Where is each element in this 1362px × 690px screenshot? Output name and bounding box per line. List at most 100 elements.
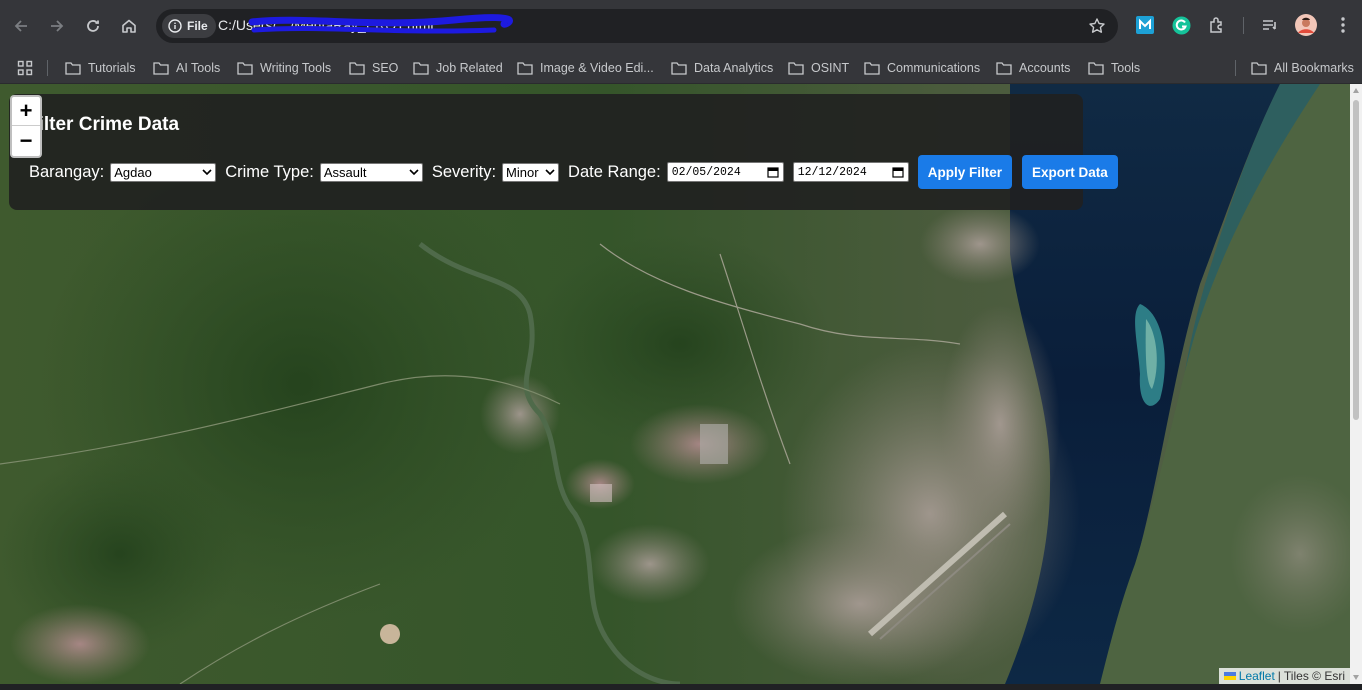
folder-icon: [413, 62, 429, 75]
bookmark-label: Data Analytics: [694, 61, 774, 75]
bookmark-label: AI Tools: [176, 61, 221, 75]
bookmark-folder-osint[interactable]: OSINT: [788, 52, 849, 84]
severity-select[interactable]: Minor: [502, 162, 560, 182]
folder-icon: [996, 62, 1012, 75]
bookmark-folder-data-analytics[interactable]: Data Analytics: [671, 52, 773, 84]
bookmark-folder-seo[interactable]: SEO: [349, 52, 398, 84]
all-bookmarks-folder[interactable]: All Bookmarks: [1251, 52, 1354, 84]
bookmark-folder-communications[interactable]: Communications: [864, 52, 980, 84]
toolbar-divider: [1243, 17, 1244, 34]
folder-icon: [788, 62, 804, 75]
more-menu-icon[interactable]: [1332, 14, 1354, 36]
folder-icon: [517, 62, 533, 75]
bookmark-folder-accounts[interactable]: Accounts: [996, 52, 1070, 84]
reload-icon: [87, 20, 99, 32]
folder-icon: [1088, 62, 1104, 75]
bookmark-label: Job Related: [436, 61, 503, 75]
date-to-input[interactable]: 12/12/2024: [792, 162, 909, 182]
apply-filter-button[interactable]: Apply Filter: [917, 155, 1012, 189]
reload-button[interactable]: [77, 10, 109, 42]
scroll-down-icon[interactable]: [1353, 675, 1359, 680]
zoom-control: + −: [10, 95, 42, 158]
bookmark-label: Tools: [1111, 61, 1141, 75]
site-chip-label: File: [187, 19, 208, 33]
filter-panel: Filter Crime Data Barangay: Agdao Crime …: [9, 94, 1118, 210]
extensions-puzzle-icon[interactable]: [1206, 14, 1228, 36]
arrow-left-icon: [14, 20, 27, 32]
scroll-up-icon[interactable]: [1353, 88, 1359, 93]
zoom-out-button[interactable]: −: [12, 126, 40, 155]
date-range-label: Date Range:: [568, 162, 661, 181]
bookmark-folder-ai-tools[interactable]: AI Tools: [153, 52, 220, 84]
folder-icon: [65, 62, 81, 75]
bookmark-folder-image-video[interactable]: Image & Video Edi...: [517, 52, 654, 84]
reading-list-icon[interactable]: [1259, 14, 1281, 36]
bookmarks-bar: Tutorials AI Tools Writing Tools SEO Job…: [0, 52, 1362, 84]
bookmarks-divider: [1235, 60, 1236, 76]
arrow-right-icon: [51, 20, 64, 32]
back-button[interactable]: [5, 10, 37, 42]
bookmark-label: Accounts: [1019, 61, 1071, 75]
bookmark-folder-job-related[interactable]: Job Related: [413, 52, 503, 84]
date-from-value: 02/05/2024: [671, 165, 741, 179]
site-info-chip[interactable]: File: [162, 14, 216, 38]
chevron-down-icon: [202, 168, 212, 175]
crime-type-value: Assault: [323, 164, 367, 180]
severity-value: Minor: [506, 164, 539, 180]
folder-icon: [1251, 62, 1267, 75]
crime-type-label: Crime Type:: [225, 162, 314, 181]
bookmark-folder-tools[interactable]: Tools: [1088, 52, 1140, 84]
m-extension-icon[interactable]: [1134, 14, 1156, 36]
bookmark-label: Communications: [887, 61, 981, 75]
bookmark-label: Tutorials: [88, 61, 136, 75]
address-bar[interactable]: File C:/Users/…/MentaRay_PROT.html: [156, 9, 1118, 43]
info-icon: [168, 19, 182, 33]
tiles-credit: Tiles © Esri: [1283, 669, 1345, 683]
bookmark-label: SEO: [372, 61, 399, 75]
attribution-separator: |: [1277, 669, 1281, 683]
date-from-input[interactable]: 02/05/2024: [666, 162, 784, 182]
crime-type-select[interactable]: Assault: [319, 162, 423, 182]
forward-button[interactable]: [41, 10, 73, 42]
page-scrollbar[interactable]: [1350, 84, 1362, 684]
barangay-label: Barangay:: [29, 162, 105, 181]
leaflet-link[interactable]: Leaflet: [1239, 669, 1275, 683]
export-data-button[interactable]: Export Data: [1021, 155, 1118, 189]
calendar-icon[interactable]: [892, 166, 904, 178]
filter-controls: Barangay: Agdao Crime Type: Assault Seve…: [29, 155, 1124, 189]
folder-icon: [237, 62, 253, 75]
severity-label: Severity:: [431, 162, 497, 181]
barangay-value: Agdao: [114, 164, 152, 180]
all-bookmarks-label: All Bookmarks: [1274, 61, 1354, 75]
folder-icon: [349, 62, 365, 75]
zoom-in-button[interactable]: +: [12, 97, 40, 126]
map-attribution: Leaflet | Tiles © Esri: [1218, 668, 1350, 684]
apps-grid-icon[interactable]: [17, 52, 33, 84]
bookmark-label: Writing Tools: [260, 61, 332, 75]
home-icon: [122, 19, 136, 33]
home-button[interactable]: [113, 10, 145, 42]
url-text[interactable]: C:/Users/…/MentaRay_PROT.html: [218, 17, 434, 33]
folder-icon: [864, 62, 880, 75]
filter-title: Filter Crime Data: [27, 114, 180, 135]
bookmarks-divider: [47, 60, 48, 76]
date-to-value: 12/12/2024: [797, 165, 867, 179]
ukraine-flag-icon: [1223, 672, 1236, 680]
profile-avatar[interactable]: [1295, 14, 1317, 36]
bookmark-folder-writing-tools[interactable]: Writing Tools: [237, 52, 331, 84]
page-viewport: Filter Crime Data Barangay: Agdao Crime …: [0, 84, 1350, 684]
chevron-down-icon: [545, 168, 555, 175]
bookmark-label: Image & Video Edi...: [540, 61, 654, 75]
grammarly-icon[interactable]: [1170, 14, 1192, 36]
barangay-select[interactable]: Agdao: [110, 162, 217, 182]
bookmark-label: OSINT: [811, 61, 850, 75]
browser-toolbar: File C:/Users/…/MentaRay_PROT.html: [0, 0, 1362, 52]
scroll-thumb[interactable]: [1353, 100, 1359, 420]
chevron-down-icon: [409, 168, 419, 175]
bookmark-folder-tutorials[interactable]: Tutorials: [65, 52, 135, 84]
folder-icon: [671, 62, 687, 75]
calendar-icon[interactable]: [767, 166, 779, 178]
bookmark-star-icon[interactable]: [1088, 17, 1106, 35]
window-bottom-edge: [0, 684, 1362, 690]
folder-icon: [153, 62, 169, 75]
